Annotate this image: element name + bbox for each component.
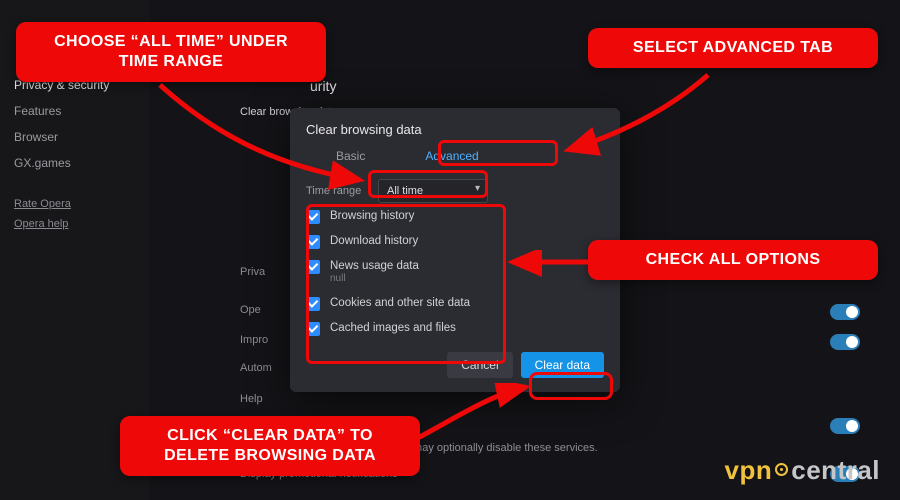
sidebar-item-browser[interactable]: Browser <box>14 124 136 150</box>
option-label: Download history <box>330 234 418 248</box>
option-label: Cookies and other site data <box>330 296 470 310</box>
checkbox-icon[interactable] <box>306 260 320 274</box>
sidebar-link-help[interactable]: Opera help <box>14 214 136 234</box>
checkbox-icon[interactable] <box>306 297 320 311</box>
clear-data-button[interactable]: Clear data <box>521 352 604 378</box>
time-range-select[interactable]: All time <box>378 179 488 203</box>
option-download-history[interactable]: Download history <box>306 234 604 249</box>
watermark-part2: central <box>791 455 880 485</box>
watermark-vpncentral: vpn central <box>725 455 881 486</box>
option-cached-images[interactable]: Cached images and files <box>306 321 604 336</box>
option-label-text: News usage data <box>330 260 419 272</box>
dialog-title: Clear browsing data <box>306 122 604 137</box>
toggle-2[interactable] <box>830 334 860 350</box>
callout-advanced: SELECT ADVANCED TAB <box>588 28 878 68</box>
sidebar-item-features[interactable]: Features <box>14 98 136 124</box>
section-label-privacy: Priva <box>240 266 265 278</box>
clear-browsing-data-dialog: Clear browsing data Basic Advanced Time … <box>290 108 620 392</box>
time-range-label: Time range <box>306 185 368 197</box>
watermark-part1: vpn <box>725 455 773 485</box>
checkbox-icon[interactable] <box>306 322 320 336</box>
cancel-button[interactable]: Cancel <box>447 352 512 378</box>
option-browsing-history[interactable]: Browsing history <box>306 209 604 224</box>
sidebar-link-rate[interactable]: Rate Opera <box>14 194 136 214</box>
options-list: Browsing history Download history News u… <box>306 209 604 336</box>
callout-check-all: CHECK ALL OPTIONS <box>588 240 878 280</box>
toggle-news[interactable] <box>830 418 860 434</box>
tab-advanced[interactable]: Advanced <box>425 149 478 163</box>
option-cookies[interactable]: Cookies and other site data <box>306 296 604 311</box>
ring-icon <box>775 463 788 476</box>
sidebar-item-gxgames[interactable]: GX.games <box>14 150 136 176</box>
tab-basic[interactable]: Basic <box>336 149 365 163</box>
option-label: News usage data null <box>330 259 419 286</box>
option-news-usage[interactable]: News usage data null <box>306 259 604 286</box>
callout-clear: CLICK “CLEAR DATA” TO DELETE BROWSING DA… <box>120 416 420 476</box>
checkbox-icon[interactable] <box>306 210 320 224</box>
option-sub: null <box>330 273 419 286</box>
row-help-text: Help <box>240 393 263 405</box>
section-label-autom: Autom <box>240 362 272 374</box>
callout-time-range: CHOOSE “ALL TIME” UNDER TIME RANGE <box>16 22 326 82</box>
option-label: Browsing history <box>330 209 414 223</box>
option-label: Cached images and files <box>330 321 456 335</box>
checkbox-icon[interactable] <box>306 235 320 249</box>
toggle-1[interactable] <box>830 304 860 320</box>
